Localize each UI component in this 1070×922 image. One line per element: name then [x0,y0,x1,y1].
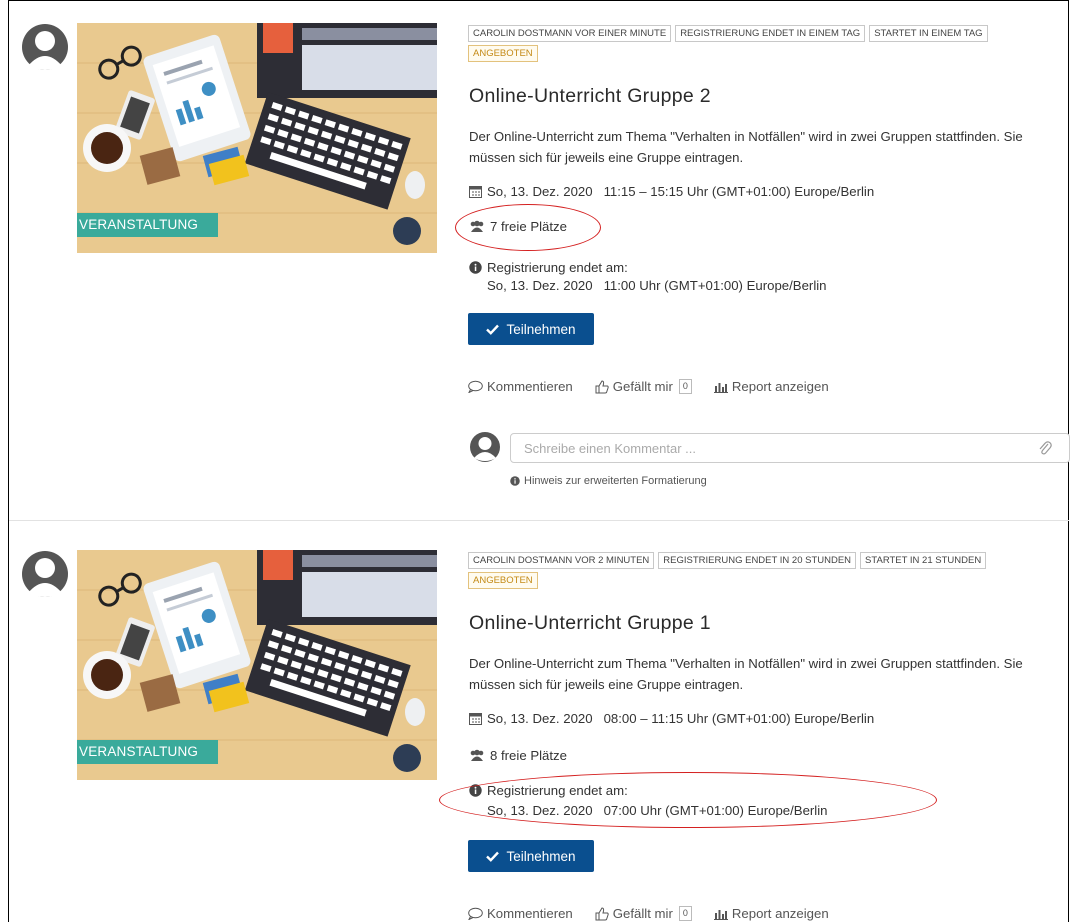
like-action-label: Gefällt mir [612,906,673,921]
event-datetime-row: So, 13. Dez. 2020 11:15 – 15:15 Uhr (GMT… [469,184,874,199]
start-time-badge: STARTET IN EINEM TAG [869,25,988,42]
event-description: Der Online-Unterricht zum Thema "Verhalt… [469,129,1023,165]
event-image[interactable]: VERANSTALTUNG [77,23,437,253]
event-post: VERANSTALTUNG CAROLIN DOSTMANN VOR EINER… [0,0,1070,520]
comment-action[interactable]: Kommentieren [468,379,573,394]
like-action-label: Gefällt mir [612,379,673,394]
post-meta-badges: CAROLIN DOSTMANN VOR EINER MINUTE REGIST… [468,25,1058,62]
comment-input[interactable] [510,433,1070,463]
event-datetime: So, 13. Dez. 2020 08:00 – 11:15 Uhr (GMT… [487,711,875,726]
post-actions: Kommentieren Gefällt mir 0 Report anzeig… [468,379,829,394]
join-button[interactable]: Teilnehmen [468,840,594,872]
post-actions: Kommentieren Gefällt mir 0 Report anzeig… [468,906,829,921]
report-action-label: Report anzeigen [731,906,829,921]
event-datetime-row: So, 13. Dez. 2020 08:00 – 11:15 Uhr (GMT… [469,711,874,726]
user-avatar-icon[interactable] [22,22,68,72]
annotation-circle [439,772,937,828]
bar-chart-icon [713,382,728,393]
like-count: 0 [678,906,692,921]
comment-action-label: Kommentieren [487,906,573,921]
post-divider [9,520,1069,521]
bar-chart-icon [713,909,728,920]
report-action[interactable]: Report anzeigen [713,379,829,394]
check-icon [486,324,500,335]
event-title[interactable]: Online-Unterricht Gruppe 1 [469,612,711,635]
commenter-avatar-icon [470,432,500,462]
post-meta-badges: CAROLIN DOSTMANN VOR 2 MINUTEN REGISTRIE… [468,552,1058,589]
registration-end-badge: REGISTRIERUNG ENDET IN EINEM TAG [675,25,866,42]
status-badge: ANGEBOTEN [468,45,538,62]
author-time-badge[interactable]: CAROLIN DOSTMANN VOR EINER MINUTE [468,25,672,42]
info-icon [510,476,520,486]
report-action-label: Report anzeigen [731,379,829,394]
event-description: Der Online-Unterricht zum Thema "Verhalt… [469,656,1023,692]
info-icon [469,261,482,274]
join-button-label: Teilnehmen [506,848,576,864]
like-action[interactable]: Gefällt mir 0 [595,906,692,921]
event-post: VERANSTALTUNG CAROLIN DOSTMANN VOR 2 MIN… [0,527,1070,922]
calendar-icon [469,713,482,725]
event-title[interactable]: Online-Unterricht Gruppe 2 [469,85,711,108]
paperclip-icon[interactable] [1038,440,1052,456]
users-icon [470,749,484,761]
registration-end-label: Registrierung endet am: [487,260,628,275]
formatting-hint-label: Hinweis zur erweiterten Formatierung [524,475,707,487]
thumbs-up-icon [595,379,609,393]
free-seats: 8 freie Plätze [490,748,567,763]
thumbs-up-icon [595,906,609,920]
like-count: 0 [678,379,692,394]
check-icon [486,851,500,862]
comment-icon [468,907,483,920]
author-time-badge[interactable]: CAROLIN DOSTMANN VOR 2 MINUTEN [468,552,655,569]
join-button-label: Teilnehmen [506,321,576,337]
calendar-icon [469,186,482,198]
comment-icon [468,380,483,393]
report-action[interactable]: Report anzeigen [713,906,829,921]
registration-end-badge: REGISTRIERUNG ENDET IN 20 STUNDEN [658,552,857,569]
registration-end-row: Registrierung endet am: [469,260,628,275]
join-button[interactable]: Teilnehmen [468,313,594,345]
formatting-hint[interactable]: Hinweis zur erweiterten Formatierung [510,475,707,487]
user-avatar-icon[interactable] [22,549,68,599]
event-type-label: VERANSTALTUNG [77,740,219,764]
status-badge: ANGEBOTEN [468,572,538,589]
like-action[interactable]: Gefällt mir 0 [595,379,692,394]
registration-end-date: So, 13. Dez. 2020 11:00 Uhr (GMT+01:00) … [487,278,827,293]
free-seats-row: 8 freie Plätze [469,748,567,763]
comment-action[interactable]: Kommentieren [468,906,573,921]
event-datetime: So, 13. Dez. 2020 11:15 – 15:15 Uhr (GMT… [487,184,875,199]
event-image[interactable]: VERANSTALTUNG [77,550,437,780]
event-type-label: VERANSTALTUNG [77,213,219,237]
start-time-badge: STARTET IN 21 STUNDEN [860,552,987,569]
comment-action-label: Kommentieren [487,379,573,394]
annotation-circle [455,204,601,251]
